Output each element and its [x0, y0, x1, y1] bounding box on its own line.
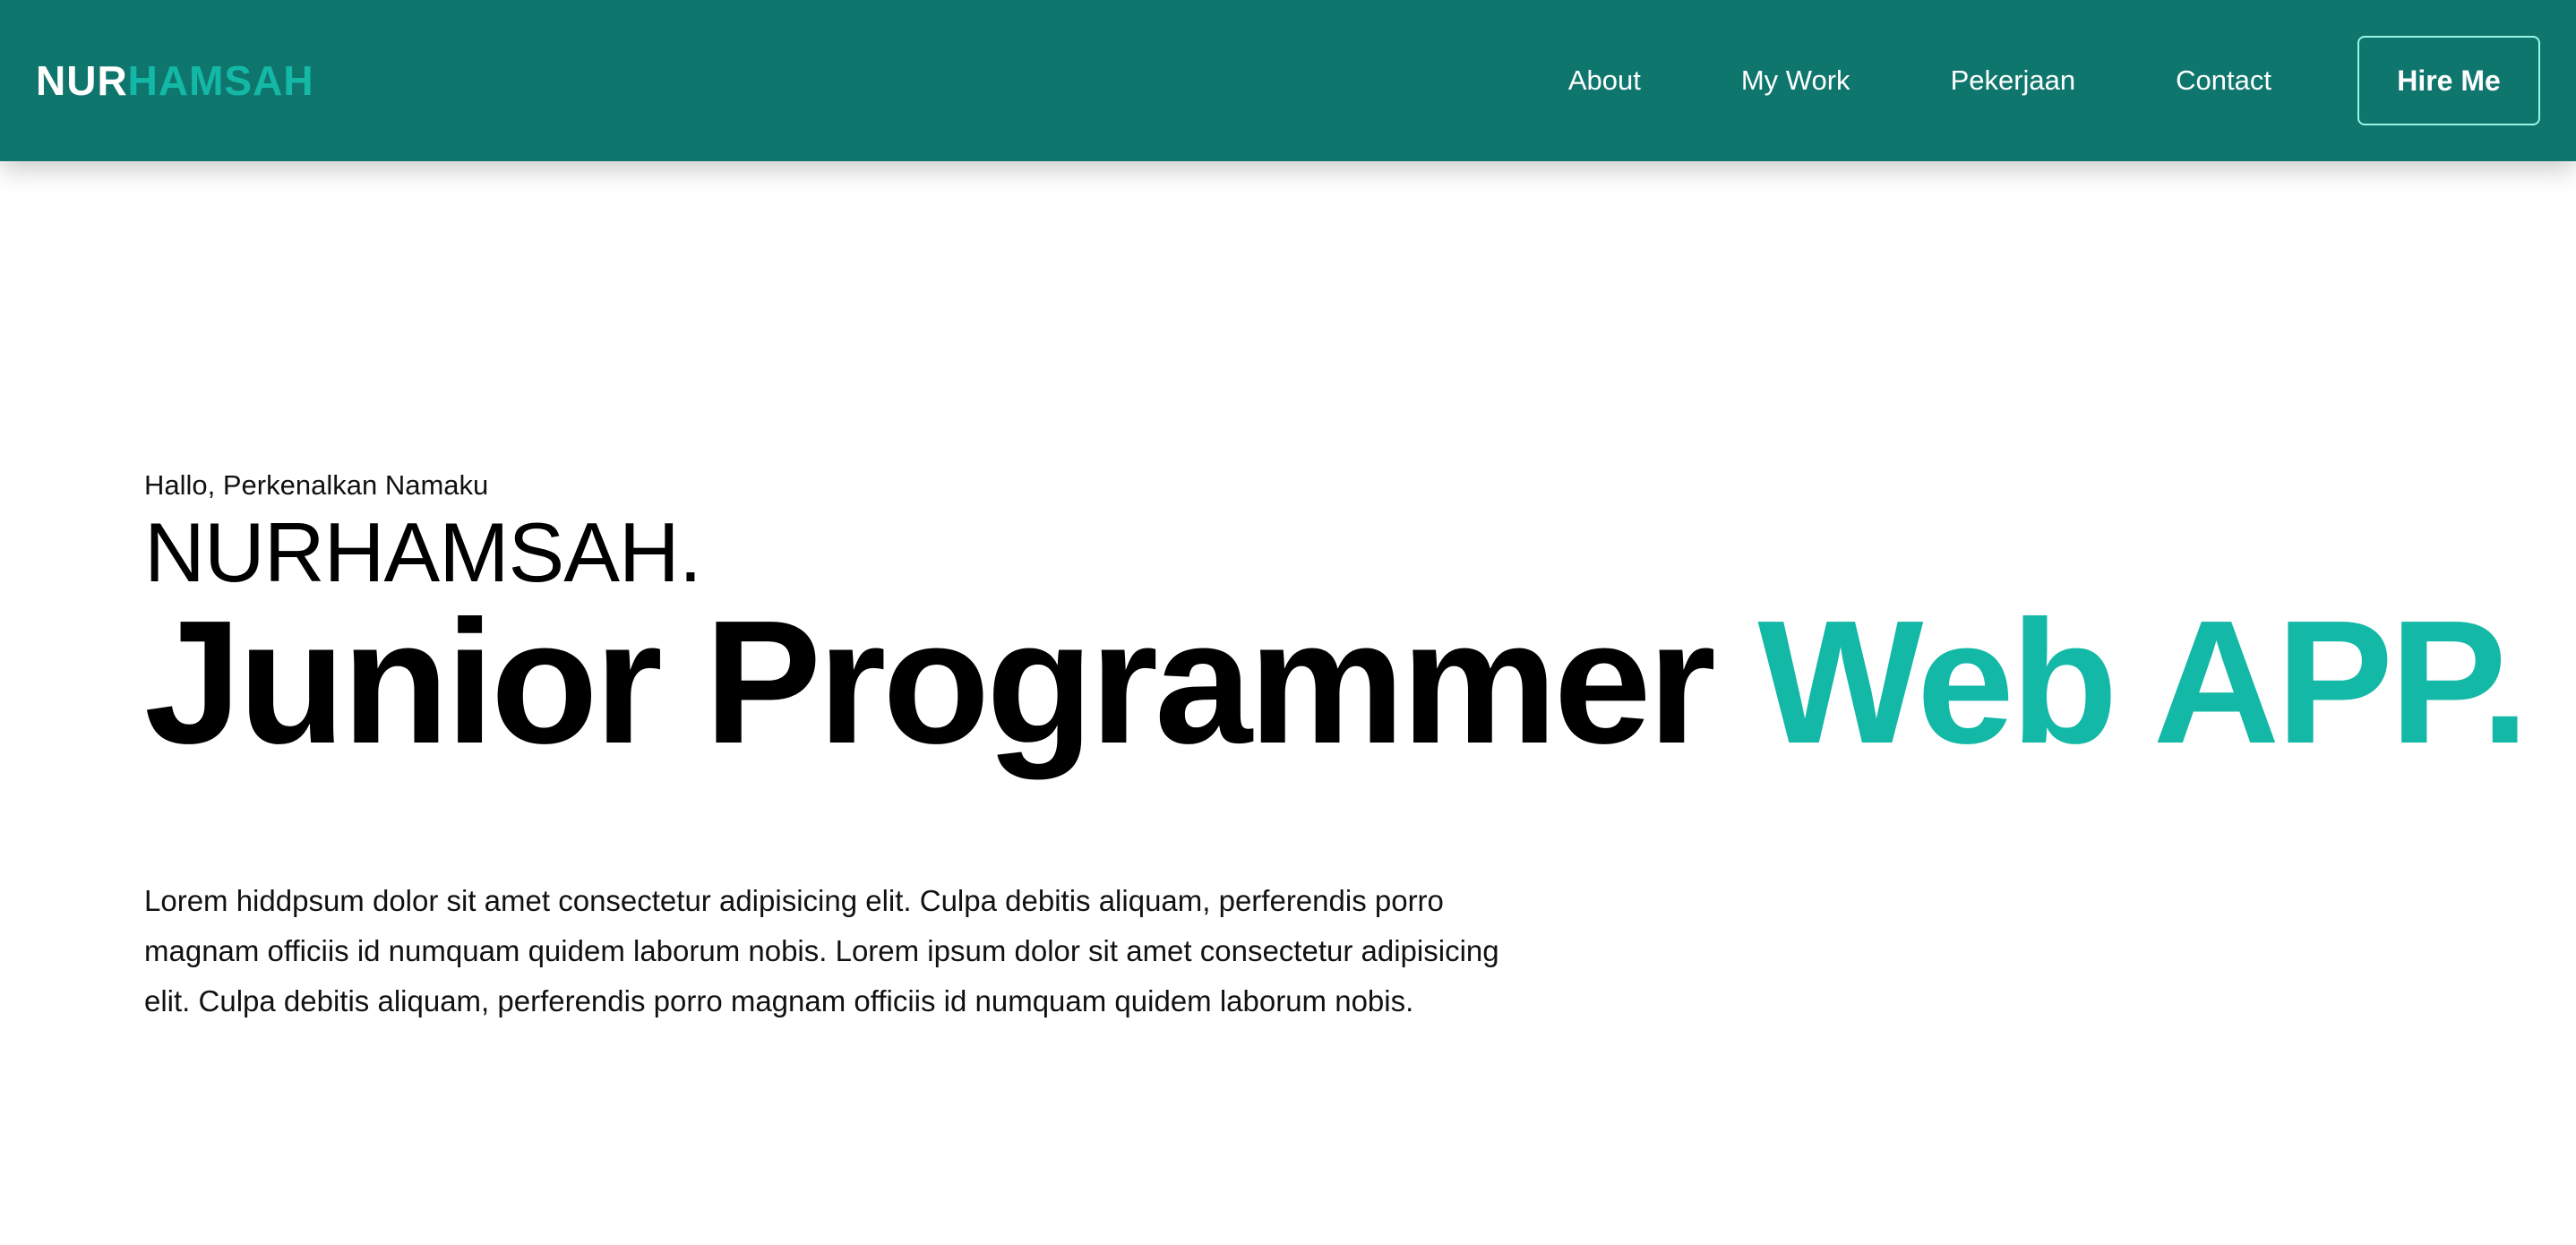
- nav-link-contact[interactable]: Contact: [2176, 64, 2271, 97]
- main-nav: About My Work Pekerjaan Contact Hire Me: [1568, 36, 2540, 125]
- logo-part-nur: NUR: [36, 57, 128, 104]
- logo-part-hamsah: HAMSAH: [127, 57, 314, 104]
- logo[interactable]: NURHAMSAH: [36, 56, 314, 105]
- hero-name: NURHAMSAH.: [144, 505, 702, 599]
- nav-link-about[interactable]: About: [1568, 64, 1641, 97]
- headline-accent: Web APP.: [1757, 584, 2529, 780]
- hero-headline: Junior Programmer Web APP.: [144, 595, 2529, 770]
- nav-link-pekerjaan[interactable]: Pekerjaan: [1951, 64, 2076, 97]
- hero-description: Lorem hiddpsum dolor sit amet consectetu…: [144, 884, 1499, 1017]
- navbar: NURHAMSAH About My Work Pekerjaan Contac…: [0, 0, 2576, 161]
- nav-link-my-work[interactable]: My Work: [1741, 64, 1850, 97]
- hero-greeting: Hallo, Perkenalkan Namaku: [144, 469, 489, 501]
- headline-role: Junior Programmer: [144, 584, 1716, 780]
- hire-me-button[interactable]: Hire Me: [2357, 36, 2540, 125]
